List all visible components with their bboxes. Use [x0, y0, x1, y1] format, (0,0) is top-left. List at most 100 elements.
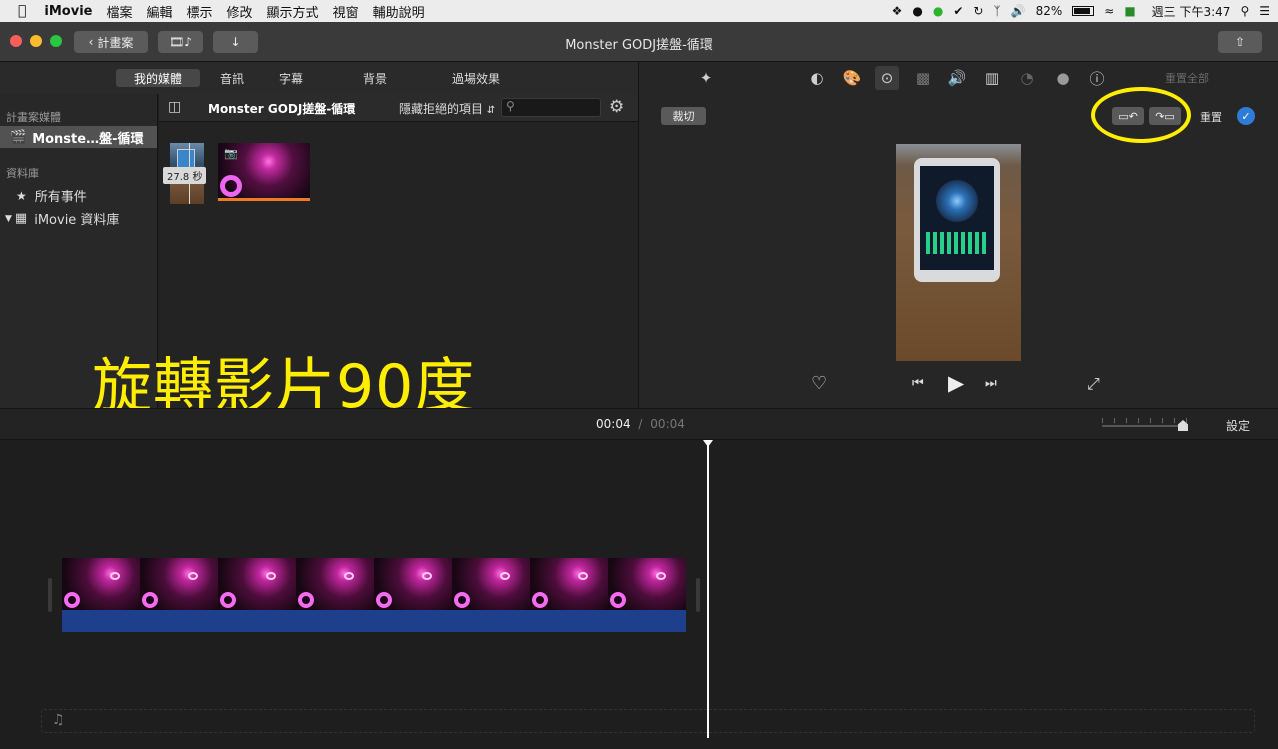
tab-transitions[interactable]: 過場效果	[444, 69, 508, 87]
music-note-icon: ♫	[52, 712, 65, 728]
camera-icon: 📷	[224, 147, 238, 160]
skip-forward-icon[interactable]: ⏭	[985, 376, 997, 391]
menu-modify[interactable]: 修改	[227, 2, 253, 21]
line-icon[interactable]: ●	[933, 4, 943, 18]
clip-trim-handle-right[interactable]	[696, 578, 700, 612]
reset-crop-button[interactable]: 重置	[1200, 109, 1222, 125]
fullscreen-icon[interactable]: ⤢	[1087, 374, 1100, 394]
volume-icon[interactable]: 🔊	[1011, 4, 1026, 18]
time-separator: /	[638, 417, 643, 431]
clip-trim-handle-left[interactable]	[48, 578, 52, 612]
rotate-clockwise-button[interactable]: ↷▭	[1149, 107, 1181, 125]
crop-icon[interactable]: ⊙	[875, 66, 899, 90]
grid-icon: ▦	[14, 211, 28, 226]
volume-icon[interactable]: 🔊	[947, 68, 967, 88]
playhead-triangle-icon	[703, 440, 713, 447]
crop-mode-label: 裁切	[672, 110, 695, 123]
zoom-slider-ticks	[1102, 418, 1188, 423]
info-icon[interactable]: ⓘ	[1087, 68, 1107, 88]
sidebar-item-all-events-label: 所有事件	[34, 190, 87, 205]
checkmark-circle-icon[interactable]: ✔	[953, 4, 963, 18]
search-input[interactable]	[520, 100, 598, 115]
menu-imovie[interactable]: iMovie	[44, 4, 92, 19]
filter-circles-icon[interactable]: ●	[1053, 68, 1073, 88]
palette-icon[interactable]: 🎨	[842, 68, 862, 88]
menu-bar:  iMovie 檔案 編輯 標示 修改 顯示方式 視窗 輔助說明 ❖ ● ● …	[0, 0, 1278, 22]
apple-icon[interactable]: 	[18, 3, 26, 19]
sidebar-item-project[interactable]: 🎬 Monste…盤-循環	[0, 126, 157, 148]
notification-center-icon[interactable]: ☰	[1259, 4, 1270, 18]
timeline: ♫	[0, 440, 1278, 749]
menu-file[interactable]: 檔案	[106, 2, 132, 21]
zoom-slider[interactable]	[1102, 418, 1188, 431]
media-browser: ◫ Monster GODJ搓盤-循環 隱藏拒絕的項目 ⇵ ⚲ ⚙ 27.8 秒…	[92, 94, 638, 422]
speed-gauge-icon[interactable]: ◔	[1017, 68, 1037, 88]
clock[interactable]: 週三 下午3:47	[1152, 3, 1231, 20]
playhead[interactable]	[703, 440, 713, 738]
equalizer-icon[interactable]: ▥	[982, 68, 1002, 88]
sidebar-item-all-events[interactable]: ★ 所有事件	[16, 186, 87, 206]
menu-mark[interactable]: 標示	[187, 2, 213, 21]
spotlight-icon[interactable]: ⚲	[1240, 4, 1249, 18]
time-machine-icon[interactable]: ↻	[973, 4, 983, 18]
crop-mode-button[interactable]: 裁切	[661, 107, 706, 125]
current-time: 00:04	[596, 417, 631, 431]
media-tabs: 我的媒體 音訊 字幕 背景 過場效果	[0, 62, 638, 94]
battery-icon[interactable]	[1072, 6, 1095, 16]
filter-popup-label: 隱藏拒絕的項目	[399, 102, 484, 116]
qq-icon[interactable]: ●	[912, 4, 922, 18]
sidebar-item-project-label: Monste…盤-循環	[32, 131, 144, 147]
timeline-video-clip[interactable]	[62, 558, 686, 610]
music-well[interactable]: ♫	[41, 709, 1255, 733]
disclosure-triangle-icon[interactable]: ▼	[5, 214, 12, 224]
skip-back-icon[interactable]: ⏮	[912, 376, 924, 391]
apply-checkmark-icon[interactable]: ✓	[1237, 107, 1255, 125]
magic-wand-icon[interactable]: ✦	[696, 68, 716, 88]
bluetooth-icon[interactable]: ᛉ	[993, 4, 1000, 18]
color-balance-icon[interactable]: ◐	[807, 68, 827, 88]
menu-view[interactable]: 顯示方式	[267, 2, 319, 21]
wifi-icon[interactable]: ≈	[1104, 4, 1114, 18]
tab-my-media[interactable]: 我的媒體	[116, 69, 200, 87]
stabilization-camera-icon[interactable]: ▩	[913, 68, 933, 88]
rotate-left-icon: ▭↶	[1118, 109, 1138, 123]
total-time: 00:04	[650, 417, 685, 431]
timeline-settings-button[interactable]: 設定	[1226, 417, 1250, 434]
rotate-counterclockwise-button[interactable]: ▭↶	[1112, 107, 1144, 125]
share-icon: ⇧	[1234, 35, 1246, 49]
video-preview	[896, 144, 1021, 361]
title-bar: ‹ 計畫案 🎞♪ ↓ Monster GODJ搓盤-循環 ⇧	[0, 22, 1278, 62]
tab-audio[interactable]: 音訊	[210, 69, 254, 87]
clip-duration-badge: 27.8 秒	[163, 167, 207, 184]
browser-toolbar: ◫ Monster GODJ搓盤-循環 隱藏拒絕的項目 ⇵ ⚲ ⚙	[159, 94, 638, 122]
viewer-panel: ✦ ◐ 🎨 ⊙ ▩ 🔊 ▥ ◔ ● ⓘ 重置全部 裁切 ▭↶ ↷▭ 重置 ✓ ♡…	[638, 62, 1278, 408]
phone-device-image	[914, 158, 1000, 282]
tab-backgrounds[interactable]: 背景	[352, 69, 398, 87]
favorite-heart-icon[interactable]: ♡	[811, 373, 827, 394]
timeline-audio-track[interactable]	[62, 610, 686, 632]
share-button[interactable]: ⇧	[1218, 31, 1262, 53]
star-icon: ★	[16, 188, 27, 203]
timeline-toolbar: 00:04 / 00:04 設定	[0, 408, 1278, 440]
rotate-right-icon: ↷▭	[1155, 109, 1175, 123]
search-icon: ⚲	[506, 99, 515, 113]
clip-used-indicator	[218, 198, 310, 201]
reset-all-button[interactable]: 重置全部	[1165, 70, 1209, 86]
menu-edit[interactable]: 編輯	[147, 2, 173, 21]
sidebar-toggle-icon[interactable]: ◫	[168, 99, 181, 115]
sidebar-item-library-label: iMovie 資料庫	[34, 213, 120, 228]
dropbox-icon[interactable]: ❖	[892, 4, 903, 18]
filter-popup[interactable]: 隱藏拒絕的項目 ⇵	[399, 100, 495, 117]
status-area: ❖ ● ● ✔ ↻ ᛉ 🔊 82% ≈ ■ 週三 下午3:47 ⚲ ☰	[892, 0, 1270, 22]
menu-window[interactable]: 視窗	[333, 2, 359, 21]
tab-titles[interactable]: 字幕	[268, 69, 314, 87]
search-field[interactable]: ⚲	[501, 98, 601, 117]
clip-thumbnail-selected[interactable]: 📷	[218, 143, 310, 201]
menu-help[interactable]: 輔助說明	[373, 2, 425, 21]
battery-percent: 82%	[1035, 4, 1063, 18]
gear-icon[interactable]: ⚙	[609, 97, 624, 117]
window-title: Monster GODJ搓盤-循環	[565, 38, 713, 53]
play-icon[interactable]: ▶	[948, 371, 964, 395]
sidebar-item-library[interactable]: ▼ ▦ iMovie 資料庫	[5, 209, 119, 228]
app-status-icon[interactable]: ■	[1124, 4, 1135, 18]
